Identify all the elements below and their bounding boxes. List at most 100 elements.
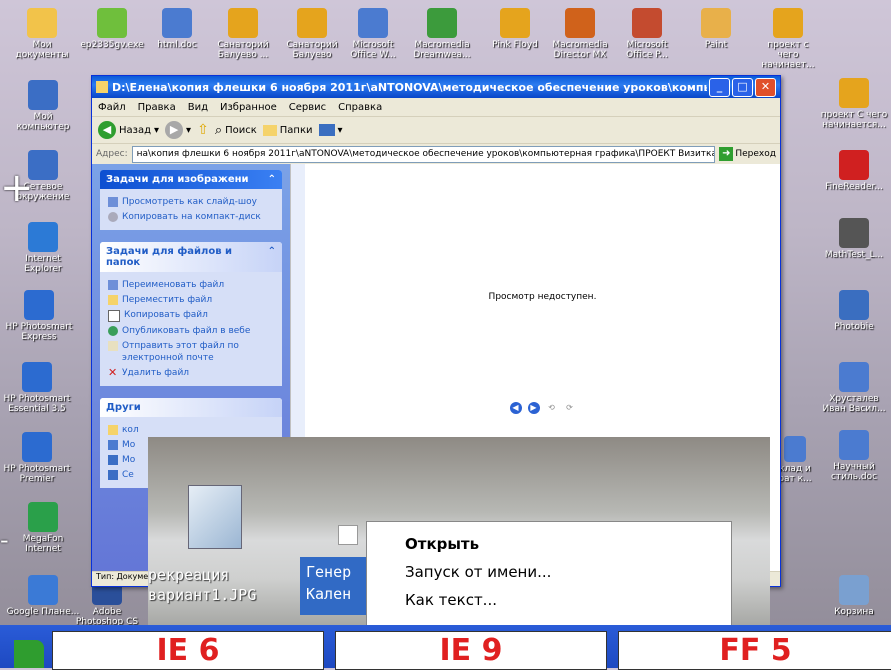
menu-favorites[interactable]: Избранное — [220, 102, 277, 113]
menu-tools[interactable]: Сервис — [289, 102, 326, 113]
delete-link[interactable]: ✕ Удалить файл — [108, 367, 274, 379]
rename-link[interactable]: Переименовать файл — [108, 279, 274, 291]
app-icon — [773, 8, 803, 38]
file-tasks-header[interactable]: Задачи для файлов и папок ⌃ — [100, 242, 282, 272]
previous-image-icon[interactable]: ◀ — [509, 402, 522, 414]
desktop-icon[interactable]: Мои документы — [10, 8, 74, 60]
menu-file[interactable]: Файл — [98, 102, 126, 113]
menu-run-as[interactable]: Запуск от имени... — [405, 558, 731, 586]
desktop-icon[interactable]: Научный стиль.doc — [818, 430, 890, 482]
maximize-button[interactable]: □ — [732, 77, 753, 97]
desktop-icon[interactable]: Pink Floyd — [483, 8, 547, 50]
up-folder-icon: ⇧ — [197, 122, 209, 138]
desktop-icon[interactable]: Paint — [684, 8, 748, 50]
slideshow-link[interactable]: Просмотреть как слайд-шоу — [108, 196, 274, 208]
collapse-icon[interactable]: ⌃ — [268, 174, 276, 185]
address-label: Адрес: — [96, 149, 128, 159]
document-icon — [784, 436, 806, 462]
copy-to-cd-link[interactable]: Копировать на компакт-диск — [108, 211, 274, 223]
go-button[interactable]: ➜ Переход — [719, 147, 776, 161]
search-button[interactable]: ⌕ Поиск — [215, 123, 257, 138]
menu-view[interactable]: Вид — [188, 102, 208, 113]
toolbar: ◀ Назад ▾ ▶ ▾ ⇧ ⌕ Поиск Папки ▾ — [92, 117, 780, 144]
email-link[interactable]: Отправить этот файл по электронной почте — [108, 340, 274, 364]
other-link[interactable]: кол — [108, 424, 274, 436]
desktop-icon[interactable]: MegaFon Internet — [6, 502, 80, 554]
folder-icon — [108, 440, 118, 450]
file-tasks-links: Переименовать файл Переместить файл Копи… — [100, 272, 282, 386]
desktop-icon-label: Хрусталев Иван Васил... — [822, 394, 886, 414]
rotate-right-icon[interactable]: ⟳ — [564, 402, 576, 414]
menu-open[interactable]: Открыть — [405, 530, 731, 558]
next-image-icon[interactable]: ▶ — [527, 402, 540, 414]
desktop-icon-label: html.doc — [157, 40, 197, 50]
address-input[interactable]: на\копия флешки 6 ноября 2011г\aNTONOVA\… — [131, 145, 716, 163]
menu-bar: Файл Правка Вид Избранное Сервис Справка — [92, 98, 780, 117]
desktop-icon[interactable]: Google Плане... — [6, 575, 80, 617]
selected-file-label[interactable]: Генер Кален — [300, 557, 366, 615]
copy-link[interactable]: Копировать файл — [108, 309, 274, 322]
desktop-icon[interactable]: ep2335gv.exe — [80, 8, 144, 50]
desktop-icon-label: Санаторий Балуево — [286, 40, 338, 60]
desktop-icon[interactable]: HP Photosmart Express — [2, 290, 76, 342]
publish-link[interactable]: Опубликовать файл в вебе — [108, 325, 274, 337]
move-link[interactable]: Переместить файл — [108, 294, 274, 306]
desktop-icon[interactable]: Хрусталев Иван Васил... — [818, 362, 890, 414]
desktop-icon[interactable]: Macromedia Dreamwea... — [410, 8, 474, 60]
desktop-icon[interactable]: Мой компьютер — [6, 80, 80, 132]
slideshow-icon — [108, 197, 118, 207]
desktop-icon[interactable]: HP Photosmart Essential 3.5 — [0, 362, 74, 414]
desktop-icon-label: Pink Floyd — [492, 40, 538, 50]
minimize-button[interactable]: _ — [709, 77, 730, 97]
forward-button[interactable]: ▶ ▾ — [165, 121, 191, 139]
desktop-icon-label: Photobie — [834, 322, 874, 332]
menu-edit[interactable]: Правка — [138, 102, 176, 113]
back-button[interactable]: ◀ Назад ▾ — [98, 121, 159, 139]
desktop-icon[interactable]: HP Photosmart Premier — [0, 432, 74, 484]
desktop-icon[interactable]: Microsoft Office P... — [615, 8, 679, 60]
up-folder-button[interactable]: ⇧ — [197, 122, 209, 138]
rotate-left-icon[interactable]: ⟲ — [546, 402, 558, 414]
views-button[interactable]: ▾ — [318, 124, 343, 136]
start-button[interactable] — [14, 640, 44, 668]
cd-icon — [108, 212, 118, 222]
desktop-icon-label: Google Плане... — [6, 607, 80, 617]
desktop-icon-label: HP Photosmart Express — [5, 322, 73, 342]
menu-as-text[interactable]: Как текст... — [405, 586, 731, 614]
app-icon — [839, 218, 869, 248]
folders-icon — [262, 124, 277, 136]
desktop-icon[interactable]: Macromedia Director MX — [548, 8, 612, 60]
desktop-icon[interactable]: Корзина — [818, 575, 890, 617]
other-places-header[interactable]: Други — [100, 398, 282, 417]
taskbar-tile-ie9[interactable]: IE 9 — [335, 631, 607, 670]
title-bar[interactable]: D:\Елена\копия флешки 6 ноября 2011г\aNT… — [92, 76, 780, 98]
close-button[interactable]: ✕ — [755, 77, 776, 97]
app-icon — [162, 8, 192, 38]
folders-button[interactable]: Папки — [262, 124, 313, 136]
desktop-icon[interactable]: проект С чего начинается... — [818, 78, 890, 130]
image-file-icon[interactable] — [188, 485, 242, 549]
taskbar-tile-ff5[interactable]: FF 5 — [618, 631, 891, 670]
desktop-icon[interactable]: Photobie — [818, 290, 890, 332]
image-tasks-links: Просмотреть как слайд-шоу Копировать на … — [100, 189, 282, 230]
preview-controls: ◀ ▶ ⟲ ⟳ — [305, 402, 780, 414]
desktop-icon[interactable]: MathTest_L... — [818, 218, 890, 260]
desktop-icon[interactable]: проект с чего начинает... — [756, 8, 820, 70]
desktop-icon[interactable]: html.doc — [145, 8, 209, 50]
menu-help[interactable]: Справка — [338, 102, 382, 113]
folder-icon — [108, 425, 118, 435]
delete-icon: ✕ — [108, 366, 118, 379]
desktop-icon[interactable]: FineReader... — [818, 150, 890, 192]
collapse-icon[interactable]: ⌃ — [268, 246, 276, 268]
desktop-icon[interactable]: Internet Explorer — [6, 222, 80, 274]
desktop-icon[interactable]: Санаторий Балуево — [280, 8, 344, 60]
app-icon — [358, 8, 388, 38]
desktop-icon[interactable]: Microsoft Office W... — [341, 8, 405, 60]
image-tasks-header[interactable]: Задачи для изображени ⌃ — [100, 170, 282, 189]
taskbar-tile-ie6[interactable]: IE 6 — [52, 631, 324, 670]
app-icon — [427, 8, 457, 38]
app-icon — [500, 8, 530, 38]
app-icon — [839, 78, 869, 108]
desktop-icon[interactable]: Санаторий Балуево ... — [211, 8, 275, 60]
app-icon — [28, 222, 58, 252]
